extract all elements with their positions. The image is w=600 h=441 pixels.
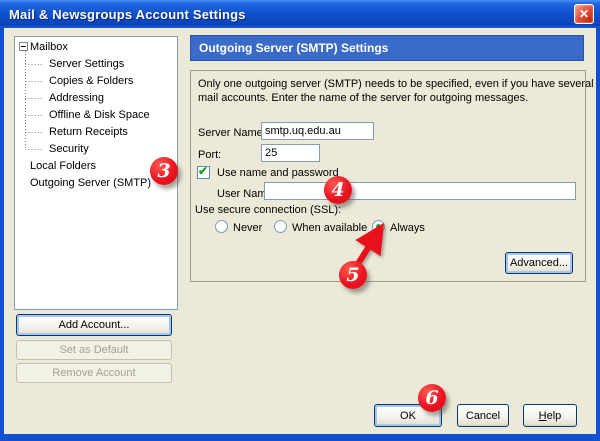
annotation-step-5: 5: [339, 261, 367, 289]
dialog-content: Mailbox Server Settings Copies & Folders…: [4, 28, 596, 434]
port-label: Port:: [198, 149, 221, 162]
tree-item-addressing[interactable]: Addressing: [49, 90, 104, 107]
description-line-2: mail accounts. Enter the name of the ser…: [198, 92, 528, 105]
title-bar: Mail & Newsgroups Account Settings ✕: [0, 0, 600, 28]
tree-item-return-receipts[interactable]: Return Receipts: [49, 124, 128, 141]
tree-item-copies-folders[interactable]: Copies & Folders: [49, 73, 133, 90]
use-name-password-label: Use name and password: [217, 167, 339, 180]
ssl-never-label: Never: [233, 222, 262, 235]
help-label-rest: elp: [547, 410, 562, 422]
user-name-input[interactable]: [264, 182, 576, 200]
tree-item-mailbox[interactable]: Mailbox: [30, 39, 68, 56]
collapse-icon[interactable]: [19, 42, 28, 51]
ssl-never-radio[interactable]: [215, 220, 228, 233]
tree-item-server-settings[interactable]: Server Settings: [49, 56, 124, 73]
description-line-1: Only one outgoing server (SMTP) needs to…: [198, 78, 594, 91]
cancel-button[interactable]: Cancel: [457, 404, 509, 427]
tree-item-local-folders[interactable]: Local Folders: [30, 158, 96, 175]
ssl-label: Use secure connection (SSL):: [195, 204, 341, 217]
ssl-always-label: Always: [390, 222, 425, 235]
tree-item-outgoing-smtp[interactable]: Outgoing Server (SMTP): [30, 175, 151, 192]
window-title: Mail & Newsgroups Account Settings: [0, 7, 246, 22]
help-accesskey: H: [539, 410, 547, 422]
server-name-label: Server Name:: [198, 127, 266, 140]
annotation-step-4: 4: [324, 176, 352, 204]
panel-header: Outgoing Server (SMTP) Settings: [190, 35, 584, 61]
use-name-password-checkbox[interactable]: ✔: [197, 166, 210, 179]
add-account-button[interactable]: Add Account...: [16, 314, 172, 336]
remove-account-button: Remove Account: [16, 363, 172, 383]
set-as-default-button: Set as Default: [16, 340, 172, 360]
help-button[interactable]: Help: [523, 404, 577, 427]
account-settings-dialog: Mail & Newsgroups Account Settings ✕ Mai…: [0, 0, 600, 441]
server-name-input[interactable]: [261, 122, 374, 140]
tree-item-offline-disk[interactable]: Offline & Disk Space: [49, 107, 150, 124]
close-icon[interactable]: ✕: [574, 4, 594, 24]
tree-item-security[interactable]: Security: [49, 141, 89, 158]
ssl-when-available-radio[interactable]: [274, 220, 287, 233]
annotation-step-6: 6: [418, 384, 446, 412]
advanced-button[interactable]: Advanced...: [505, 252, 573, 274]
checkmark-icon: ✔: [198, 164, 208, 178]
port-input[interactable]: [261, 144, 320, 162]
panel-header-title: Outgoing Server (SMTP) Settings: [199, 41, 388, 55]
annotation-step-3: 3: [150, 157, 178, 185]
